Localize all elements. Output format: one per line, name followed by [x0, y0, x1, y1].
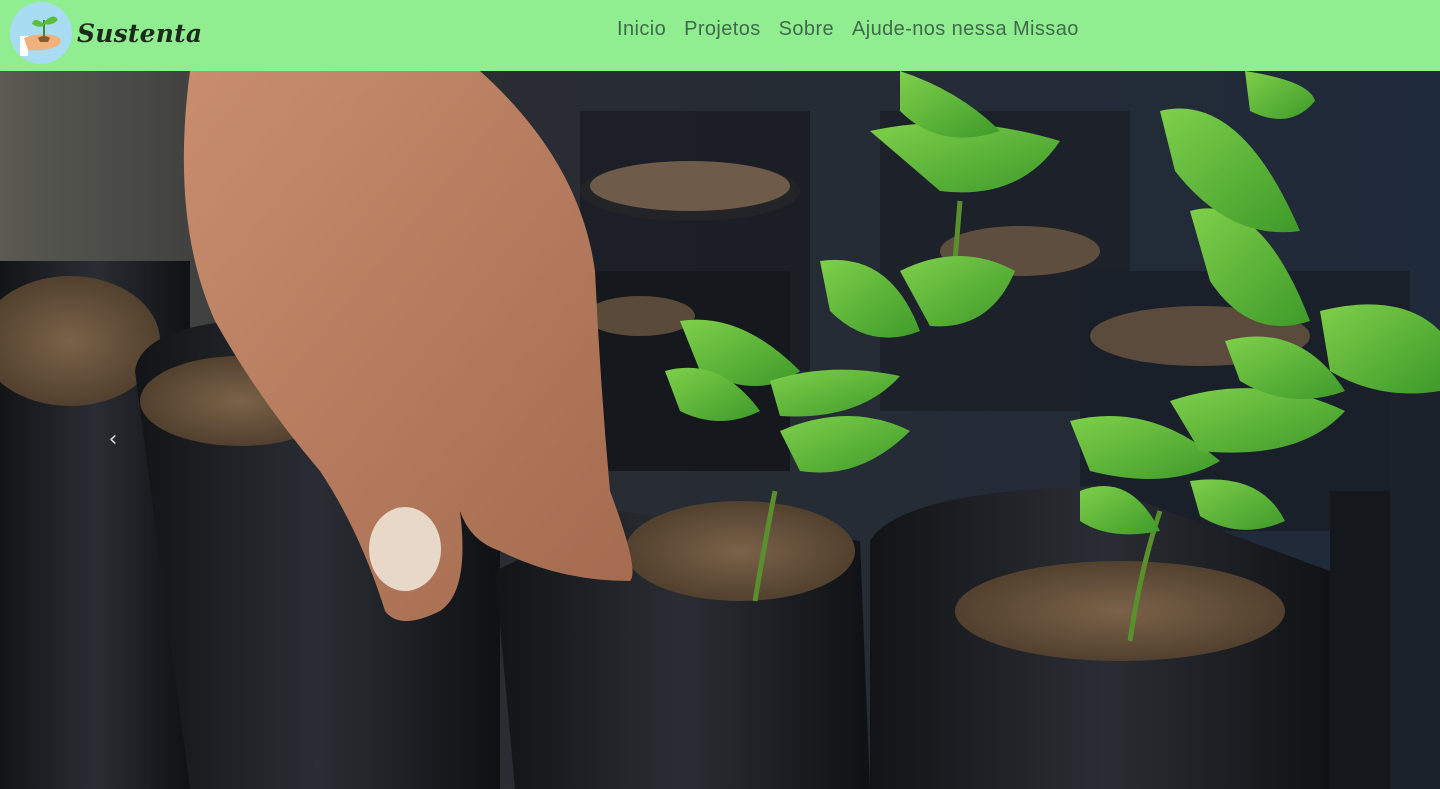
- nav-sobre[interactable]: Sobre: [779, 18, 834, 41]
- carousel-prev-button[interactable]: ‹: [100, 423, 126, 457]
- nav-ajude[interactable]: Ajude-nos nessa Missao: [852, 18, 1079, 41]
- brand[interactable]: Sustenta: [10, 2, 202, 64]
- brand-name: Sustenta: [77, 18, 203, 48]
- nav-inicio[interactable]: Inicio: [617, 18, 666, 41]
- navbar: Sustenta Inicio Projetos Sobre Ajude-nos…: [0, 0, 1440, 71]
- seedling-in-hand-icon: [10, 2, 72, 64]
- nav-projetos[interactable]: Projetos: [684, 18, 761, 41]
- chevron-left-icon: ‹: [108, 427, 118, 452]
- hero-carousel: ‹: [0, 71, 1440, 789]
- main-nav: Inicio Projetos Sobre Ajude-nos nessa Mi…: [617, 18, 1079, 41]
- hero-image: [0, 71, 1440, 789]
